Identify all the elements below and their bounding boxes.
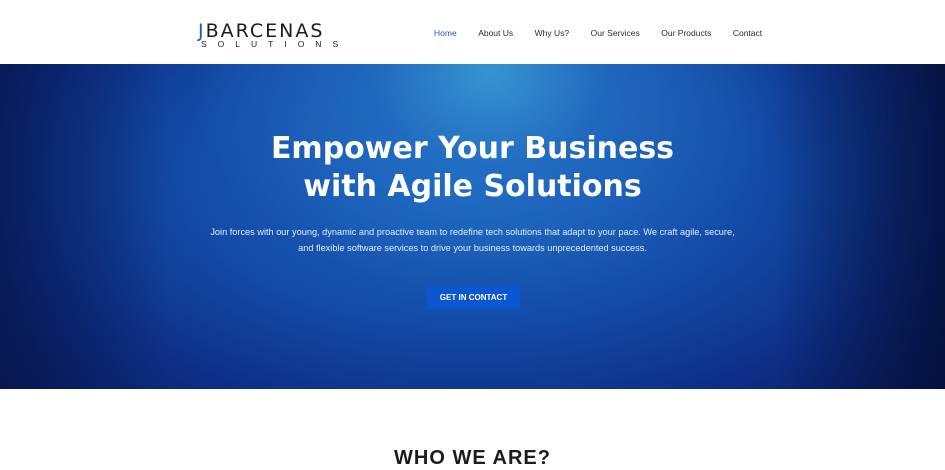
site-header: JBARCENAS SOLUTIONS Home About Us Why Us…	[0, 0, 945, 64]
logo-tagline: SOLUTIONS	[201, 39, 350, 49]
nav-our-services[interactable]: Our Services	[591, 28, 640, 40]
hero-title-line-1: Empower Your Business	[270, 131, 675, 166]
hero-description: Join forces with our young, dynamic and …	[180, 224, 765, 256]
nav-home[interactable]: Home	[434, 28, 457, 40]
hero-description-line-1: Join forces with our young, dynamic and …	[210, 227, 735, 237]
hero-title: Empower Your Business with Agile Solutio…	[0, 130, 945, 206]
nav-why-us[interactable]: Why Us?	[535, 28, 569, 40]
hero-description-line-2: and flexible software services to drive …	[298, 243, 647, 253]
main-navigation: Home About Us Why Us? Our Services Our P…	[434, 28, 784, 40]
hero-section: Empower Your Business with Agile Solutio…	[0, 64, 945, 389]
nav-about-us[interactable]: About Us	[478, 28, 513, 40]
hero-title-line-2: with Agile Solutions	[303, 169, 642, 204]
nav-our-products[interactable]: Our Products	[661, 28, 711, 40]
who-we-are-heading: WHO WE ARE?	[394, 447, 551, 469]
nav-contact[interactable]: Contact	[733, 28, 762, 40]
get-in-contact-button[interactable]: GET IN CONTACT	[427, 286, 520, 309]
company-logo[interactable]: JBARCENAS SOLUTIONS	[198, 20, 338, 50]
